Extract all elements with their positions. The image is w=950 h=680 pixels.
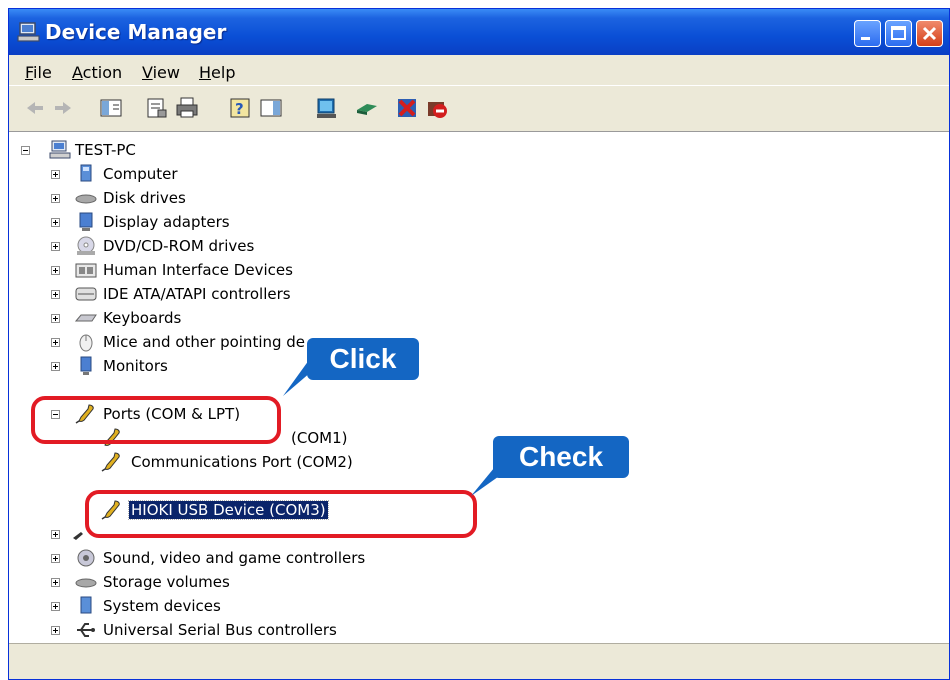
usb-icon: [77, 623, 95, 637]
dvd-drive-icon: [77, 236, 95, 255]
expand-toggle[interactable]: [51, 554, 60, 563]
tree-category[interactable]: Sound, video and game controllers: [9, 548, 409, 570]
storage-volume-icon: [75, 578, 97, 588]
expand-toggle[interactable]: [51, 314, 60, 323]
window-title: Device Manager: [45, 20, 227, 44]
menu-bar: File Action View Help: [9, 55, 949, 85]
mouse-icon: [79, 334, 93, 352]
tree-category[interactable]: Computer: [9, 164, 409, 186]
show-hide-action-pane-icon[interactable]: [259, 96, 283, 120]
maximize-button[interactable]: [885, 20, 912, 47]
expand-toggle[interactable]: [51, 242, 60, 251]
expand-toggle[interactable]: [51, 266, 60, 275]
menu-help[interactable]: Help: [199, 63, 235, 82]
menu-action[interactable]: Action: [72, 63, 122, 82]
minimize-button[interactable]: [854, 20, 881, 47]
port-icon: [101, 452, 120, 472]
minimize-icon: [861, 37, 870, 40]
tree-root-label: TEST-PC: [75, 141, 136, 159]
close-button[interactable]: [916, 20, 943, 47]
tree-root[interactable]: TEST-PC: [9, 140, 309, 162]
expand-toggle[interactable]: [51, 530, 60, 539]
print-icon[interactable]: [175, 96, 199, 120]
monitor-icon: [80, 356, 92, 375]
system-device-icon: [80, 596, 92, 614]
tree-category[interactable]: Human Interface Devices: [9, 260, 409, 282]
computer-icon: [80, 164, 92, 182]
status-bar: [9, 643, 949, 679]
check-highlight-ring: [85, 490, 477, 538]
ide-controller-icon: [75, 287, 97, 301]
keyboard-icon: [75, 314, 97, 322]
properties-icon[interactable]: [145, 96, 169, 120]
tree-category[interactable]: Keyboards: [9, 308, 409, 330]
uninstall-device-icon[interactable]: [425, 96, 449, 120]
maximize-icon: [891, 26, 906, 40]
computer-icon: [49, 140, 71, 159]
device-manager-icon: [17, 22, 40, 42]
tree-category[interactable]: System devices: [9, 596, 409, 618]
scan-hardware-icon[interactable]: [315, 96, 339, 120]
expand-toggle[interactable]: [51, 626, 60, 635]
menu-file[interactable]: File: [25, 63, 52, 82]
tree-port-item[interactable]: Communications Port (COM2): [9, 452, 409, 474]
expand-toggle[interactable]: [51, 290, 60, 299]
expand-toggle[interactable]: [51, 362, 60, 371]
tree-category[interactable]: Display adapters: [9, 212, 409, 234]
tree-category[interactable]: Universal Serial Bus controllers: [9, 620, 409, 642]
collapse-toggle[interactable]: [21, 146, 30, 155]
disable-device-icon[interactable]: [395, 96, 419, 120]
expand-toggle[interactable]: [51, 194, 60, 203]
device-tree[interactable]: TEST-PC Computer Disk drives Display ada…: [9, 131, 949, 644]
tree-category[interactable]: Disk drives: [9, 188, 409, 210]
hid-icon: [75, 263, 97, 278]
menu-view[interactable]: View: [142, 63, 180, 82]
tree-category[interactable]: Mice and other pointing de: [9, 332, 309, 354]
close-icon: [922, 26, 937, 41]
svg-text:?: ?: [235, 100, 244, 118]
display-adapter-icon: [79, 212, 93, 231]
expand-toggle[interactable]: [51, 578, 60, 587]
back-arrow-icon[interactable]: [23, 96, 47, 120]
expand-toggle[interactable]: [51, 170, 60, 179]
expand-toggle[interactable]: [51, 218, 60, 227]
expand-toggle[interactable]: [51, 338, 60, 347]
device-manager-window: Device Manager File Action View Help ? T…: [8, 8, 950, 680]
toolbar: ?: [9, 85, 949, 130]
tree-category[interactable]: DVD/CD-ROM drives: [9, 236, 409, 258]
expand-toggle[interactable]: [51, 602, 60, 611]
sound-icon: [77, 549, 95, 567]
tree-category[interactable]: Storage volumes: [9, 572, 409, 594]
check-callout: Check: [493, 436, 629, 478]
show-hide-console-tree-icon[interactable]: [99, 96, 123, 120]
help-icon[interactable]: ?: [229, 96, 253, 120]
update-driver-icon[interactable]: [355, 96, 379, 120]
click-callout: Click: [307, 338, 419, 380]
disk-drive-icon: [75, 194, 97, 204]
forward-arrow-icon[interactable]: [51, 96, 75, 120]
title-bar[interactable]: Device Manager: [9, 9, 949, 55]
click-highlight-ring: [31, 396, 281, 444]
tree-category[interactable]: IDE ATA/ATAPI controllers: [9, 284, 409, 306]
